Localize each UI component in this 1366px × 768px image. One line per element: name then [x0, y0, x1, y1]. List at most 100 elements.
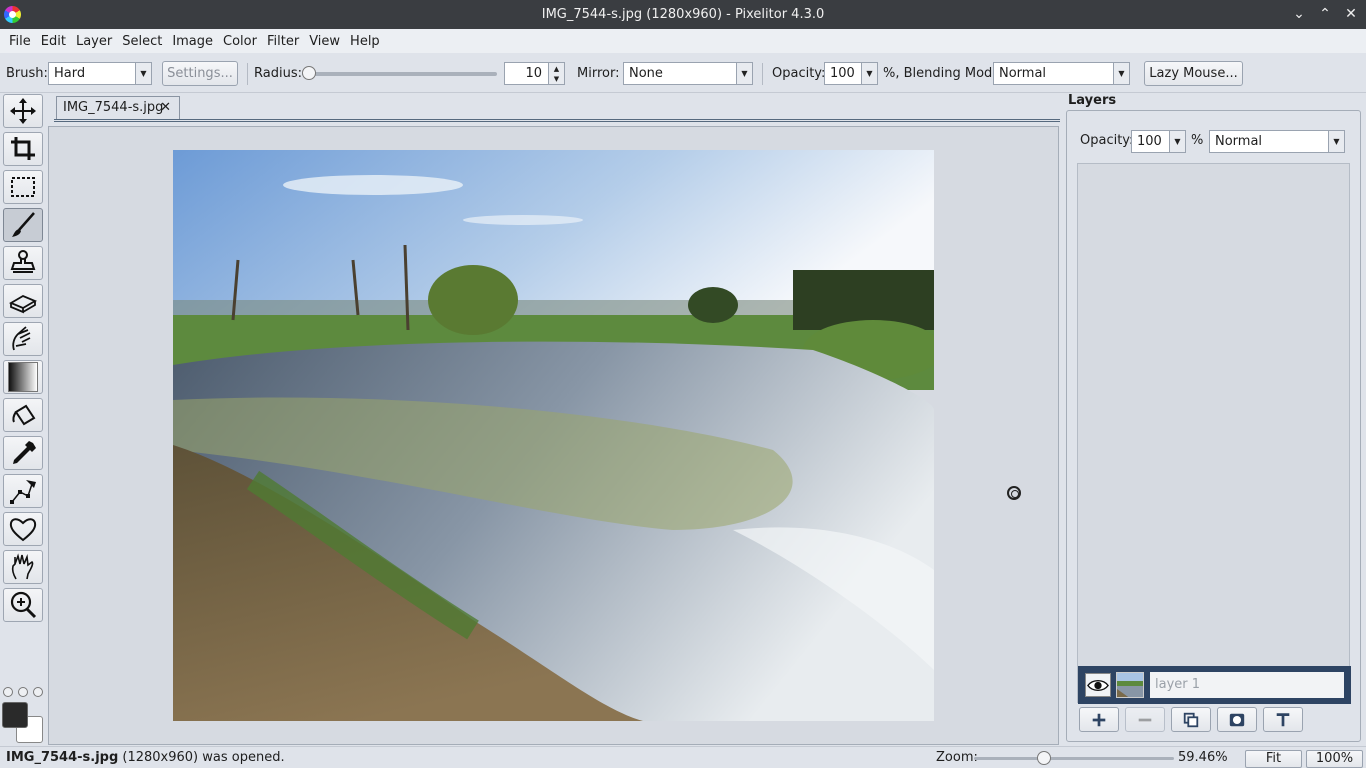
layer-visibility-toggle[interactable] [1085, 673, 1111, 697]
menu-file[interactable]: File [4, 34, 36, 49]
duplicate-layer-button[interactable] [1171, 707, 1211, 732]
blending-mode-label: %, Blending Mode: [883, 66, 1005, 81]
radius-spinner[interactable]: 10 ▲ ▼ [504, 62, 565, 85]
photo-canvas[interactable] [173, 150, 934, 721]
crop-tool-button[interactable] [3, 132, 43, 166]
layer-name-field[interactable]: layer 1 [1150, 672, 1344, 698]
paint-bucket-icon [12, 404, 36, 426]
document-tab[interactable]: IMG_7544-s.jpg ✕ [56, 96, 180, 120]
selection-tool-button[interactable] [3, 170, 43, 204]
pen-path-icon [10, 480, 36, 504]
layer-blend-mode-value: Normal [1215, 134, 1263, 149]
text-icon [1276, 712, 1290, 726]
menu-help[interactable]: Help [345, 34, 385, 49]
layers-list: layer 1 [1077, 163, 1351, 704]
radius-slider[interactable] [302, 66, 497, 80]
menu-color[interactable]: Color [218, 34, 262, 49]
dropdown-arrow-icon: ▼ [861, 63, 877, 84]
duplicate-icon [1183, 712, 1199, 727]
pen-tool-button[interactable] [3, 474, 43, 508]
percent-label: % [1191, 133, 1204, 148]
layer-blend-mode-select[interactable]: Normal ▼ [1209, 130, 1345, 153]
gradient-icon [8, 362, 38, 392]
preset-dot[interactable] [3, 687, 13, 697]
menu-view[interactable]: View [304, 34, 345, 49]
blending-mode-value: Normal [999, 66, 1047, 81]
brush-icon [12, 212, 35, 237]
opacity-combo[interactable]: 100 ▼ [824, 62, 878, 85]
brush-tool-button[interactable] [3, 208, 43, 242]
minus-icon [1138, 718, 1152, 721]
add-layer-button[interactable] [1079, 707, 1119, 732]
clone-stamp-icon [10, 250, 36, 273]
layer-thumbnail-image [1117, 673, 1143, 697]
zoom-tool-button[interactable] [3, 588, 43, 622]
zoom-fit-button[interactable]: Fit [1245, 750, 1302, 768]
preset-dot[interactable] [18, 687, 28, 697]
eraser-tool-button[interactable] [3, 284, 43, 318]
tool-options-bar: Brush: Hard ▼ Settings... Radius: 10 ▲ ▼ … [0, 53, 1366, 93]
menu-edit[interactable]: Edit [36, 34, 71, 49]
maximize-icon[interactable]: ⌃ [1318, 4, 1332, 24]
crop-icon [11, 137, 35, 160]
zoom-value: 59.46% [1178, 750, 1228, 765]
delete-layer-button[interactable] [1125, 707, 1165, 732]
menu-select[interactable]: Select [117, 34, 167, 49]
dropdown-arrow-icon: ▼ [736, 63, 752, 84]
zoom-slider-thumb[interactable] [1037, 751, 1052, 765]
opacity-label: Opacity: [772, 66, 826, 81]
close-icon[interactable]: ✕ [1344, 4, 1358, 24]
layer-thumbnail[interactable] [1116, 672, 1144, 698]
zoom-100-button[interactable]: 100% [1306, 750, 1363, 768]
eyedropper-icon [13, 441, 36, 464]
clone-stamp-tool-button[interactable] [3, 246, 43, 280]
menu-layer[interactable]: Layer [71, 34, 117, 49]
landscape-photo [173, 150, 934, 721]
layer-row[interactable]: layer 1 [1078, 666, 1351, 704]
dropdown-arrow-icon: ▼ [135, 63, 151, 84]
mirror-select[interactable]: None ▼ [623, 62, 753, 85]
status-bar: IMG_7544-s.jpg (1280x960) was opened. Zo… [0, 746, 1366, 768]
preset-dot[interactable] [33, 687, 43, 697]
layer-opacity-combo[interactable]: 100 ▼ [1131, 130, 1186, 153]
color-picker-tool-button[interactable] [3, 436, 43, 470]
minimize-icon[interactable]: ⌄ [1292, 4, 1306, 24]
status-file-name: IMG_7544-s.jpg [6, 750, 119, 765]
move-tool-button[interactable] [3, 94, 43, 128]
pixelitor-app-icon [4, 6, 21, 23]
eraser-icon [8, 294, 38, 314]
mask-icon [1229, 713, 1245, 726]
eye-icon [1087, 679, 1109, 691]
lazy-mouse-button[interactable]: Lazy Mouse... [1144, 61, 1243, 86]
tools-palette [0, 93, 46, 745]
spinner-arrows-icon[interactable]: ▲ ▼ [548, 63, 564, 84]
gradient-tool-button[interactable] [3, 360, 43, 394]
add-layer-mask-button[interactable] [1217, 707, 1257, 732]
foreground-color-swatch[interactable] [2, 702, 28, 728]
rectangle-selection-icon [11, 177, 35, 197]
close-tab-icon[interactable]: ✕ [160, 97, 171, 119]
menu-filter[interactable]: Filter [262, 34, 304, 49]
status-message-text: (1280x960) was opened. [118, 750, 285, 765]
hand-tool-button[interactable] [3, 550, 43, 584]
move-icon [10, 98, 36, 124]
document-area: IMG_7544-s.jpg ✕ [46, 93, 1062, 745]
smudge-tool-button[interactable] [3, 322, 43, 356]
add-text-layer-button[interactable] [1263, 707, 1303, 732]
menu-bar: File Edit Layer Select Image Color Filte… [0, 29, 1366, 53]
brush-type-value: Hard [54, 66, 86, 81]
dropdown-arrow-icon: ▼ [1328, 131, 1344, 152]
menu-image[interactable]: Image [167, 34, 218, 49]
window-controls: ⌄ ⌃ ✕ [1292, 4, 1358, 24]
heart-icon [9, 518, 37, 542]
opacity-value: 100 [830, 66, 855, 81]
blending-mode-select[interactable]: Normal ▼ [993, 62, 1130, 85]
status-message: IMG_7544-s.jpg (1280x960) was opened. [6, 750, 285, 765]
radius-slider-thumb[interactable] [302, 66, 316, 80]
shapes-tool-button[interactable] [3, 512, 43, 546]
canvas-viewport[interactable] [48, 126, 1059, 745]
brush-type-select[interactable]: Hard ▼ [48, 62, 152, 85]
paint-bucket-tool-button[interactable] [3, 398, 43, 432]
brush-settings-button[interactable]: Settings... [162, 61, 238, 86]
zoom-slider[interactable] [974, 751, 1174, 765]
